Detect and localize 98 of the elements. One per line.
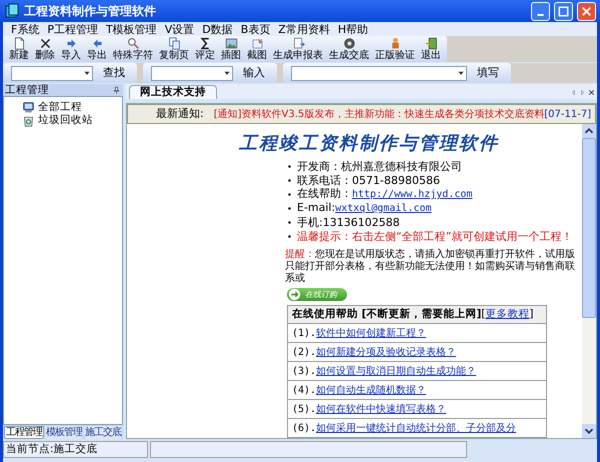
help-link[interactable]: 软件中如何创建新工程？ <box>316 326 426 340</box>
row-number: (4). <box>292 384 316 398</box>
more-tutorials-link[interactable]: 更多教程 <box>485 306 530 322</box>
toolbar-button[interactable]: 生成申报表 <box>271 37 325 62</box>
help-link[interactable]: 如何采用一键统计自动统计分部、子分部及分 <box>316 420 516 436</box>
scroll-left-icon <box>570 89 577 96</box>
row-number: (3). <box>292 364 316 378</box>
row-number: (6). <box>292 422 316 436</box>
sigma-icon <box>198 37 212 50</box>
page-icon <box>12 37 26 50</box>
notice-date: [07-11-7] <box>544 108 592 122</box>
status-text: 当前节点:施工交底 <box>6 442 98 457</box>
delete-icon <box>38 37 52 50</box>
window-title: 工程资料制作与管理软件 <box>24 3 156 20</box>
contact-text: 手机:13136102588 <box>297 216 400 228</box>
menu-item[interactable]: D数据 <box>202 24 233 35</box>
toolbar-button[interactable]: 生成交底 <box>327 37 371 62</box>
page-heading: 工程竣工资料制作与管理软件 <box>239 132 500 156</box>
left-arrow-icon <box>90 37 104 50</box>
contact-text: 在线帮助：http://www.hzjyd.com <box>297 188 472 200</box>
row-number: (1). <box>292 326 316 340</box>
bullet-icon <box>287 164 292 168</box>
combo-box[interactable] <box>11 66 93 80</box>
toolbar-button[interactable]: 删除 <box>33 37 57 62</box>
notice-label: 最新通知: <box>156 106 204 122</box>
report-icon <box>292 37 304 50</box>
bracket-text: [ <box>481 306 486 322</box>
help-link[interactable]: 如何新建分项及验收记录表格？ <box>316 344 456 360</box>
recycle-bin-icon <box>22 114 35 127</box>
menu-item[interactable]: H帮助 <box>338 24 368 35</box>
maximize-icon <box>556 4 571 18</box>
close-icon <box>588 89 595 96</box>
scroll-up-icon <box>582 124 596 138</box>
app-icon <box>4 3 20 19</box>
menu-item[interactable]: Z常用资料 <box>278 24 330 35</box>
link[interactable]: wxtxql@gmail.com <box>335 203 432 214</box>
row-number: (2). <box>292 346 316 360</box>
menu-item[interactable]: P工程管理 <box>47 24 98 35</box>
help-title: 在线使用帮助 [不断更新，需要能上网] <box>292 306 482 322</box>
combo-box[interactable] <box>291 66 467 80</box>
toolbar-button[interactable]: 导出 <box>85 37 109 62</box>
tree-item[interactable]: 垃圾回收站 <box>22 114 122 127</box>
computer-icon <box>22 101 35 114</box>
toolbar-button[interactable]: 填写 <box>473 64 503 82</box>
tree-item[interactable]: 全部工程 <box>22 101 122 114</box>
reminder-text: 提醒：您现在是试用版状态，请插入加密锁再重打开软件，试用版只能打开部分表格，有些新功能无法使用！如需购买请与销售商联系或 <box>285 249 576 285</box>
panel-title: 工程管理 <box>5 84 49 96</box>
right-arrow-icon <box>64 37 78 50</box>
contact-text: 开发商：杭州嘉意德科技有限公司 <box>297 160 462 172</box>
crop-icon <box>250 37 264 50</box>
bullet-icon <box>287 192 292 196</box>
toolbar-button[interactable]: 评定 <box>193 37 217 62</box>
toolbar-button[interactable]: 正版验证 <box>373 37 417 62</box>
disc-icon <box>342 37 356 50</box>
bullet-icon <box>287 206 292 210</box>
toolbar-button[interactable]: 输入 <box>239 64 269 82</box>
scroll-right-icon <box>579 89 586 96</box>
toolbar-button[interactable]: 新建 <box>7 37 31 62</box>
bullet-icon <box>287 234 292 238</box>
warning-text: 温馨提示：右击左侧“全部工程”就可创建试用一个工程！ <box>297 230 572 242</box>
toolbar-button[interactable]: 查找 <box>99 64 129 82</box>
menu-item[interactable]: F系统 <box>11 24 40 35</box>
panel-tab[interactable]: 施工交底 <box>84 426 122 439</box>
minimize-icon <box>537 14 544 16</box>
panel-tab[interactable]: 模板管理 <box>45 426 83 439</box>
image-icon <box>224 37 238 50</box>
bullet-icon <box>287 178 292 182</box>
toolbar-button[interactable]: 截图 <box>245 37 269 62</box>
menu-item[interactable]: B表页 <box>240 24 270 35</box>
menu-item[interactable]: T模板管理 <box>106 24 157 35</box>
exit-door-icon <box>424 37 438 50</box>
toolbar-button[interactable]: 复制页 <box>157 37 191 62</box>
bullet-icon <box>287 220 292 224</box>
help-link[interactable]: 如何在软件中快速填写表格？ <box>316 402 446 416</box>
menu-item[interactable]: V设置 <box>164 24 194 35</box>
help-link[interactable]: 如何自动生成随机数据？ <box>316 382 426 398</box>
link[interactable]: http://www.hzjyd.com <box>352 189 472 200</box>
maximize-button[interactable] <box>554 2 573 20</box>
magnifier-icon <box>126 37 140 50</box>
minimize-button[interactable] <box>531 2 550 20</box>
scroll-down-icon <box>582 424 596 438</box>
arrow-icon <box>288 288 301 301</box>
close-button[interactable] <box>577 2 596 20</box>
toolbar-button[interactable]: 插图 <box>219 37 243 62</box>
notice-text: [通知]资料软件V3.5版发布，主推新功能：快速生成各类分项技术交底资料 <box>214 108 544 122</box>
toolbar-button[interactable]: 特殊字符 <box>111 37 155 62</box>
contact-text: 联系电话：0571-88980586 <box>297 174 440 186</box>
toolbar-button[interactable]: 退出 <box>419 37 443 62</box>
contact-text: E-mail:wxtxql@gmail.com <box>297 202 432 214</box>
document-tab[interactable]: 网上技术支持 <box>129 85 217 99</box>
bracket-text: ] <box>529 306 534 322</box>
row-number: (5). <box>292 402 316 416</box>
pin-icon <box>112 86 121 94</box>
toolbar-button[interactable]: 导入 <box>59 37 83 62</box>
combo-box[interactable] <box>151 66 233 80</box>
help-link[interactable]: 如何设置与取消日期自动生成功能？ <box>316 364 476 378</box>
scrollbar[interactable] <box>582 124 596 438</box>
panel-tab[interactable]: 工程管理 <box>4 426 44 439</box>
